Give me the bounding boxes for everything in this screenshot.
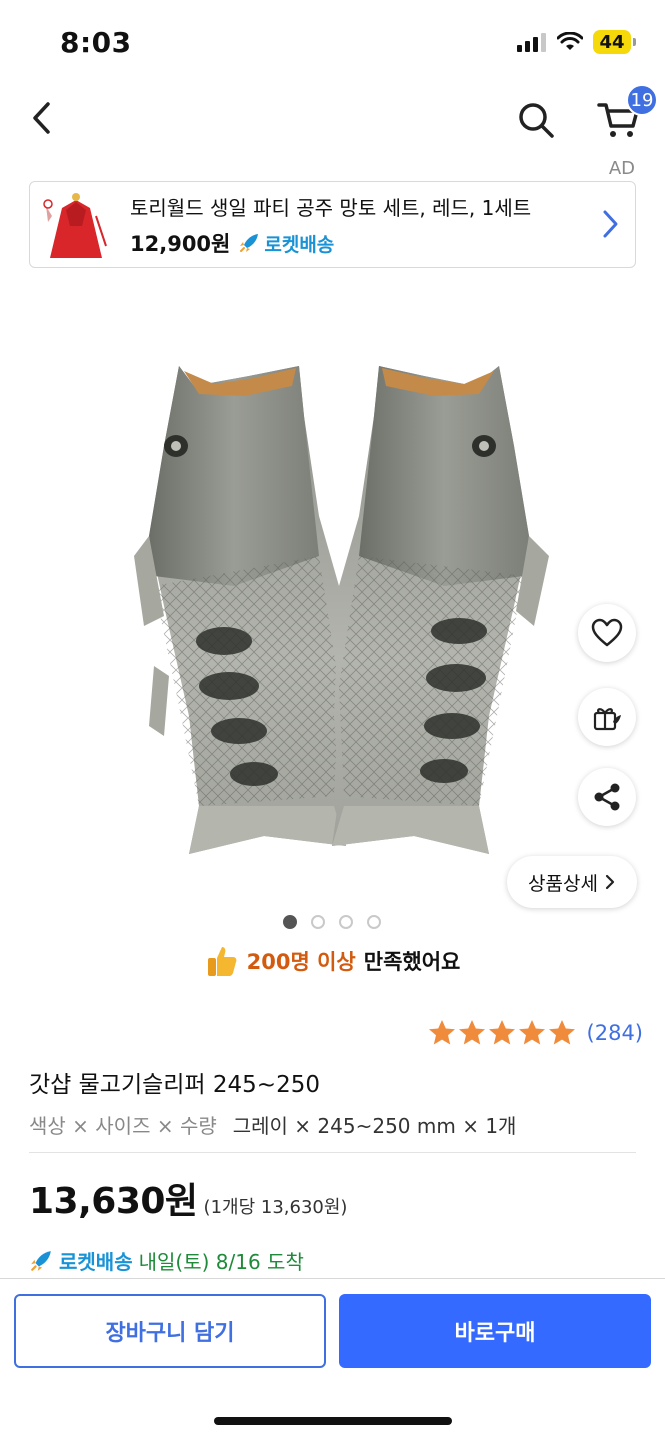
cellular-signal-icon: [517, 33, 546, 52]
product-image[interactable]: [14, 286, 651, 934]
cart-count-badge: 19: [626, 84, 658, 116]
fish-slippers-image: [134, 366, 549, 854]
wishlist-button[interactable]: [578, 604, 636, 662]
review-count[interactable]: (284): [587, 1021, 643, 1045]
chevron-right-icon: [603, 210, 618, 238]
rocket-delivery-label: 로켓배송: [59, 1250, 133, 1274]
gallery-pagination: [283, 915, 381, 929]
ad-product-thumbnail: [43, 193, 107, 258]
option-values: 그레이 × 245~250 mm × 1개: [232, 1114, 517, 1138]
arrival-date: 내일(토) 8/16 도착: [138, 1250, 304, 1274]
ad-rocket-label: 로켓배송: [264, 233, 335, 256]
ad-label: AD: [608, 158, 635, 179]
rating[interactable]: (284): [427, 1018, 643, 1048]
back-button[interactable]: [20, 96, 64, 140]
gallery-dot[interactable]: [283, 915, 297, 929]
star-rating-icon: [428, 1020, 575, 1045]
buy-now-button[interactable]: 바로구매: [339, 1294, 651, 1368]
satisfaction-text: 만족했어요: [363, 950, 461, 974]
ad-rocket-delivery: 로켓배송: [238, 230, 334, 257]
gallery-dot[interactable]: [367, 915, 381, 929]
selected-options[interactable]: 색상 × 사이즈 × 수량 그레이 × 245~250 mm × 1개: [29, 1110, 516, 1139]
share-button[interactable]: [578, 768, 636, 826]
gallery-dot[interactable]: [311, 915, 325, 929]
ad-title: 토리월드 생일 파티 공주 망토 세트, 레드, 1세트: [130, 196, 532, 220]
unit-price: (1개당 13,630원): [203, 1197, 348, 1218]
chevron-left-icon: [33, 102, 50, 134]
divider: [29, 1152, 636, 1153]
thumbs-up-icon: [207, 947, 237, 976]
option-label: 색상 × 사이즈 × 수량: [29, 1114, 217, 1138]
share-icon: [594, 783, 620, 811]
rocket-icon: [240, 234, 259, 252]
home-indicator[interactable]: [214, 1417, 452, 1425]
top-header: [0, 80, 665, 160]
gift-button[interactable]: [578, 688, 636, 746]
delivery-info: 로켓배송 내일(토) 8/16 도착: [29, 1246, 304, 1275]
search-icon: [519, 103, 554, 138]
chevron-right-icon: [605, 874, 615, 890]
ad-price-row: 12,900원 로켓배송: [130, 228, 334, 258]
add-to-cart-button[interactable]: 장바구니 담기: [14, 1294, 326, 1368]
product-detail-button[interactable]: 상품상세: [507, 856, 637, 908]
heart-icon: [591, 618, 623, 647]
ad-price: 12,900원: [130, 232, 231, 256]
status-icons: 44: [517, 30, 636, 54]
satisfaction-banner: 200명 이상 만족했어요: [0, 944, 665, 978]
product-price: 13,630원: [29, 1181, 198, 1222]
product-detail-label: 상품상세: [528, 872, 598, 895]
price-row: 13,630원 (1개당 13,630원): [29, 1172, 347, 1224]
status-bar: 8:03 44: [0, 0, 665, 80]
wifi-icon: [557, 32, 583, 50]
bottom-action-bar: 장바구니 담기 바로구매: [0, 1278, 665, 1440]
satisfaction-highlight: 200명 이상: [246, 950, 356, 974]
product-title: 갓샵 물고기슬리퍼 245~250: [29, 1072, 320, 1098]
gallery-dot[interactable]: [339, 915, 353, 929]
search-button[interactable]: [512, 96, 560, 144]
battery-indicator: 44: [593, 30, 636, 54]
gift-rocket-icon: [593, 708, 621, 731]
rocket-icon: [31, 1250, 51, 1271]
status-time: 8:03: [60, 26, 132, 59]
ad-banner[interactable]: 토리월드 생일 파티 공주 망토 세트, 레드, 1세트 12,900원 로켓배…: [29, 181, 636, 268]
